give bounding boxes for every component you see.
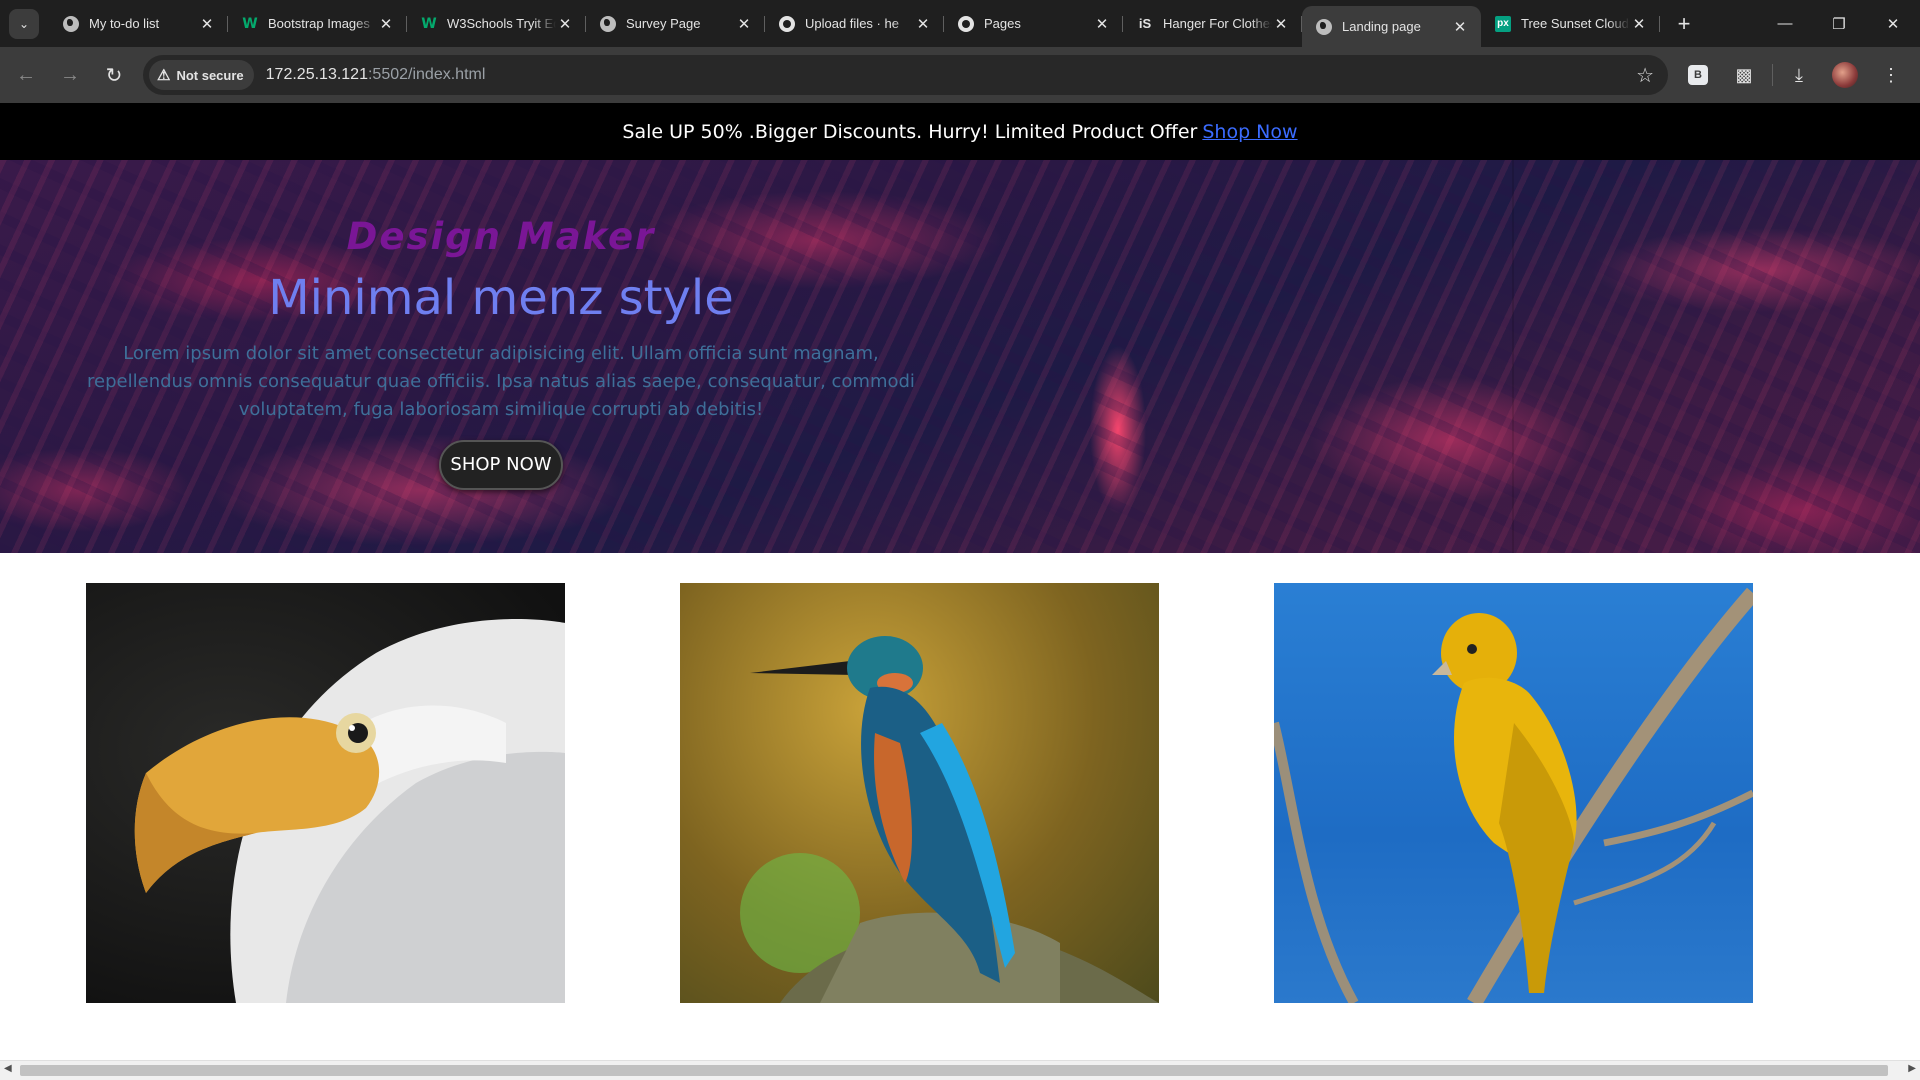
forward-button[interactable]: →: [52, 57, 88, 93]
chevron-down-icon: ⌄: [18, 16, 30, 31]
scroll-left-icon[interactable]: ◀: [4, 1063, 12, 1074]
horizontal-scrollbar[interactable]: ◀ ▶: [0, 1060, 1920, 1080]
url-host: 172.25.13.121: [265, 66, 368, 83]
hero-description: Lorem ipsum dolor sit amet consectetur a…: [87, 343, 915, 420]
tab-title: Landing page: [1342, 19, 1421, 34]
scrollbar-thumb[interactable]: [20, 1065, 1888, 1076]
new-tab-button[interactable]: +: [1668, 8, 1700, 40]
close-icon[interactable]: ✕: [914, 15, 932, 33]
security-indicator[interactable]: ⚠ Not secure: [149, 60, 254, 90]
tab-tree-sunset-clouds[interactable]: px Tree Sunset Clouds ✕: [1481, 0, 1660, 47]
puzzle-icon: ▩: [1735, 64, 1753, 85]
brand-name: Design Maker: [346, 215, 656, 258]
downloads-button[interactable]: ⤓: [1781, 57, 1817, 93]
tab-bootstrap-images[interactable]: W Bootstrap Images ✕: [228, 0, 407, 47]
close-icon[interactable]: ✕: [1272, 15, 1290, 33]
bookmark-star-icon[interactable]: ☆: [1636, 63, 1654, 88]
url-text[interactable]: 172.25.13.121:5502/index.html: [266, 66, 486, 84]
restore-icon: ❐: [1832, 15, 1846, 33]
minimize-button[interactable]: —: [1758, 0, 1812, 47]
reload-icon: ↻: [105, 64, 123, 87]
tab-title: My to-do list: [89, 16, 160, 31]
github-icon: [779, 15, 795, 32]
promo-banner: Sale UP 50% .Bigger Discounts. Hurry! Li…: [0, 103, 1920, 160]
close-icon[interactable]: ✕: [1451, 18, 1469, 36]
tab-list: My to-do list ✕ W Bootstrap Images ✕ W W…: [49, 0, 1660, 47]
shop-now-button[interactable]: SHOP NOW: [439, 440, 563, 490]
tab-landing-page[interactable]: Landing page ✕: [1302, 6, 1481, 47]
globe-icon: [63, 15, 79, 32]
tab-title: Tree Sunset Clouds: [1521, 16, 1630, 31]
tab-title: Pages: [984, 16, 1021, 31]
close-icon[interactable]: ✕: [735, 15, 753, 33]
is-icon: iS: [1138, 16, 1152, 31]
close-icon[interactable]: ✕: [198, 15, 216, 33]
tab-survey-page[interactable]: Survey Page ✕: [586, 0, 765, 47]
avatar: [1832, 62, 1858, 88]
canary-illustration: [1274, 587, 1753, 1003]
image-gallery: [0, 553, 1920, 1033]
extensions-button[interactable]: ▩: [1726, 57, 1762, 93]
tab-hanger-for-clothes[interactable]: iS Hanger For Clothes ✕: [1123, 0, 1302, 47]
browser-toolbar: ← → ↻ ⚠ Not secure 172.25.13.121:5502/in…: [0, 47, 1920, 103]
hero-title: Minimal menz style: [268, 270, 734, 326]
close-window-button[interactable]: ✕: [1866, 0, 1920, 47]
close-icon[interactable]: ✕: [1093, 15, 1111, 33]
yellow-canary-photo: [1274, 583, 1753, 1003]
tab-title: Upload files · he: [805, 16, 899, 31]
eagle-illustration: [134, 619, 565, 1003]
tab-title: W3Schools Tryit Editor: [447, 16, 556, 31]
tab-w3schools-tryit[interactable]: W W3Schools Tryit Editor ✕: [407, 0, 586, 47]
hero-background-seam: [1512, 160, 1514, 553]
profile-button[interactable]: [1827, 57, 1863, 93]
back-button[interactable]: ←: [8, 57, 44, 93]
url-path: :5502/index.html: [367, 66, 486, 83]
pexels-icon: px: [1495, 15, 1511, 32]
minimize-icon: —: [1777, 15, 1793, 32]
window-controls: — ❐ ✕: [1758, 0, 1920, 47]
download-icon: ⤓: [1795, 64, 1803, 85]
close-icon[interactable]: ✕: [556, 15, 574, 33]
shop-now-link[interactable]: Shop Now: [1202, 121, 1297, 143]
warning-icon: ⚠: [157, 67, 171, 84]
toolbar-actions: B ▩ ⤓ ⋮: [1680, 57, 1919, 93]
plus-icon: +: [1677, 10, 1691, 36]
more-vert-icon: ⋮: [1882, 64, 1900, 85]
extension-b-button[interactable]: B: [1680, 57, 1716, 93]
extension-b-icon: B: [1688, 65, 1708, 85]
promo-text: Sale UP 50% .Bigger Discounts. Hurry! Li…: [622, 120, 1198, 143]
address-bar[interactable]: ⚠ Not secure 172.25.13.121:5502/index.ht…: [143, 55, 1668, 95]
close-icon[interactable]: ✕: [377, 15, 395, 33]
tab-search-button[interactable]: ⌄: [9, 8, 39, 39]
security-label: Not secure: [176, 67, 244, 83]
globe-icon: [1316, 18, 1332, 35]
toolbar-divider: [1772, 64, 1773, 86]
menu-button[interactable]: ⋮: [1873, 57, 1909, 93]
tab-title: Hanger For Clothes: [1163, 16, 1272, 31]
restore-button[interactable]: ❐: [1812, 0, 1866, 47]
tab-upload-files[interactable]: Upload files · he ✕: [765, 0, 944, 47]
tab-my-to-do-list[interactable]: My to-do list ✕: [49, 0, 228, 47]
globe-icon: [600, 15, 616, 32]
tab-title: Survey Page: [626, 16, 701, 31]
w3schools-icon: W: [242, 15, 258, 32]
reload-button[interactable]: ↻: [96, 57, 132, 93]
github-icon: [958, 15, 974, 32]
close-icon[interactable]: ✕: [1630, 15, 1648, 33]
browser-tabstrip: ⌄ My to-do list ✕ W Bootstrap Images ✕ W…: [0, 0, 1920, 47]
page-viewport: Sale UP 50% .Bigger Discounts. Hurry! Li…: [0, 103, 1920, 1060]
hero-section: Design Maker Minimal menz style Lorem ip…: [0, 160, 1920, 553]
bald-eagle-photo: [86, 583, 565, 1003]
w3schools-icon: W: [421, 15, 437, 32]
arrow-left-icon: ←: [16, 63, 36, 86]
kingfisher-photo: [680, 583, 1159, 1003]
kingfisher-illustration: [740, 636, 1159, 1003]
arrow-right-icon: →: [60, 63, 80, 86]
tab-title: Bootstrap Images: [268, 16, 370, 31]
close-icon: ✕: [1886, 15, 1900, 33]
hero-content: Design Maker Minimal menz style Lorem ip…: [70, 215, 932, 490]
scroll-right-icon[interactable]: ▶: [1908, 1063, 1916, 1074]
tab-pages[interactable]: Pages ✕: [944, 0, 1123, 47]
